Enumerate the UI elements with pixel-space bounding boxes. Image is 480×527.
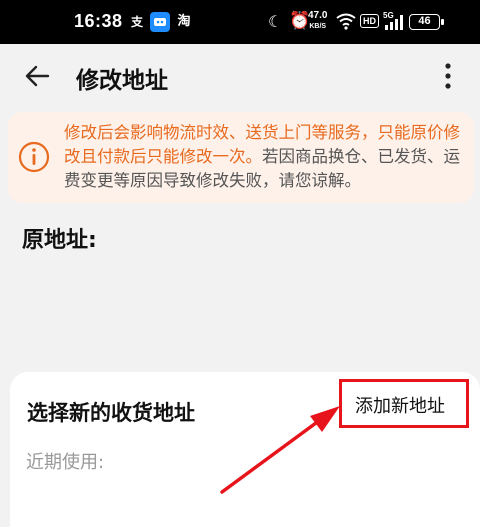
- alarm-icon: ⏰: [289, 11, 311, 31]
- notice-banner: 修改后会影响物流时效、送货上门等服务，只能原价修改且付款后只能修改一次。若因商品…: [8, 112, 474, 203]
- battery-indicator: 46: [409, 14, 444, 30]
- add-new-address-button[interactable]: 添加新地址: [339, 379, 469, 428]
- info-icon: [18, 141, 50, 173]
- app-bar: 修改地址: [0, 44, 480, 108]
- more-options-icon[interactable]: [438, 60, 458, 92]
- moon-icon: ☾: [268, 12, 283, 31]
- status-time: 16:38: [74, 11, 123, 31]
- network-speed-value: 47.0: [308, 10, 328, 21]
- status-bar: 16:38 支 淘 ☾ ⏰ 47.0 KB/S HD 5G 46: [0, 0, 480, 44]
- network-speed-unit: KB/S: [309, 23, 327, 30]
- signal-icon: 5G: [383, 10, 405, 36]
- original-address-label: 原地址:: [22, 228, 97, 253]
- page-title: 修改地址: [76, 68, 168, 94]
- taobao-notification-icon: 淘: [174, 12, 194, 32]
- alipay-notification-icon: 支: [127, 12, 147, 32]
- app-notification-icon: [150, 12, 170, 32]
- wifi-icon: [336, 12, 356, 34]
- notice-text: 修改后会影响物流时效、送货上门等服务，只能原价修改且付款后只能修改一次。若因商品…: [64, 121, 466, 193]
- back-arrow-icon[interactable]: [22, 60, 54, 92]
- signal-label: 5G: [383, 11, 394, 20]
- hd-icon: HD: [360, 14, 379, 28]
- network-speed: 47.0 KB/S: [308, 11, 327, 32]
- recent-used-label: 近期使用:: [26, 452, 105, 473]
- new-address-card: 选择新的收货地址 添加新地址 近期使用:: [10, 372, 480, 527]
- new-address-title: 选择新的收货地址: [27, 401, 195, 425]
- add-new-address-label: 添加新地址: [355, 396, 445, 417]
